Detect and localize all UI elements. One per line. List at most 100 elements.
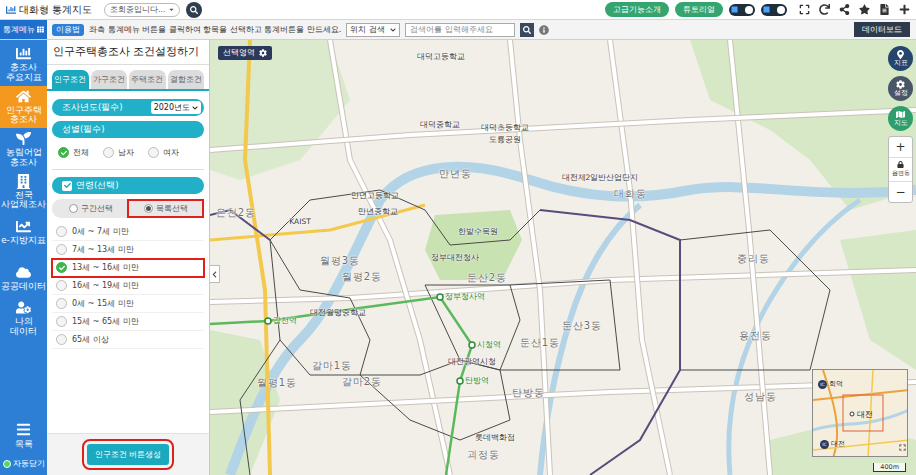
square-icon [763, 6, 770, 13]
zoom-out-button[interactable]: − [895, 182, 905, 202]
create-button[interactable]: 인구조건 버튼생성 [87, 444, 170, 465]
check-icon [64, 182, 71, 189]
condition-tab[interactable]: 가구조건 [91, 70, 128, 89]
select-area-button[interactable]: 선택영역 [218, 46, 272, 60]
top-bar: 대화형 통계지도 조회중입니다... 고급기능소개 튜토리얼 [0, 0, 916, 20]
age-option[interactable]: 65세 이상 [52, 331, 204, 349]
auto-close-toggle[interactable]: 자동닫기 [0, 455, 47, 475]
age-field[interactable]: 연령(선택) [52, 177, 204, 194]
age-mode-option[interactable]: 구간선택 [53, 200, 128, 217]
map-label: 대전월평중학교 [310, 309, 366, 317]
minimap[interactable]: 대전IC회덕IC대전 [812, 369, 908, 457]
map-label: 둔산2동 [467, 272, 507, 283]
resize-icon [899, 444, 906, 451]
age-checkbox[interactable] [62, 181, 72, 191]
map-label: 정부대전청사 [431, 254, 479, 262]
sidebar-item[interactable]: 인구주택 총조사 [0, 86, 47, 129]
map-tools: 지표설정지도 +읍면동− [888, 46, 913, 203]
sidebar-item[interactable]: 공공데이터 [0, 259, 47, 297]
status-select[interactable]: 조회중입니다... [104, 3, 180, 17]
map-label: 월평2동 [342, 271, 382, 282]
condition-tab[interactable]: 주택조건 [129, 70, 166, 89]
minimap-city: 대전 [850, 409, 873, 420]
map-label: 한밭수목원 [458, 228, 498, 236]
search-submit-button[interactable] [520, 23, 534, 37]
map-tool-button[interactable]: 지표 [888, 46, 913, 71]
map-label: 대덕고등학교 [417, 53, 465, 61]
sex-radio[interactable]: 여자 [148, 147, 179, 158]
zoom-in-button[interactable]: + [895, 137, 905, 157]
age-option[interactable]: 7세 ~ 13세 미만 [52, 241, 204, 259]
list-button[interactable]: 목록 [0, 418, 47, 455]
view-toggle[interactable] [729, 4, 755, 16]
sidebar-item[interactable]: 나의 데이터 [0, 297, 47, 340]
age-list: 0세 ~ 7세 미만7세 ~ 13세 미만13세 ~ 16세 미만16세 ~ 1… [52, 223, 204, 349]
map-label: KAIST [289, 218, 310, 226]
map-label: 대덕초등학교 [481, 124, 529, 132]
sex-radio[interactable]: 전체 [58, 147, 89, 158]
map-label: 탄방동 [512, 387, 545, 398]
sidebar-item[interactable]: 농림어업 총조사 [0, 128, 47, 171]
building-icon [16, 174, 31, 189]
sex-field: 성별(필수) [52, 121, 204, 138]
age-option[interactable]: 0세 ~ 7세 미만 [52, 223, 204, 241]
map-label: 월평3동 [320, 255, 360, 266]
sidebar-item[interactable]: 전국 사업체조사 [0, 171, 47, 214]
age-mode-option[interactable]: 목록선택 [128, 200, 203, 217]
chevron-down-icon [192, 105, 198, 111]
map-label: 시청역 [477, 341, 501, 349]
age-option[interactable]: 0세 ~ 15세 미만 [52, 295, 204, 313]
help-badge[interactable]: 이용법 [52, 24, 84, 36]
chevron-left-icon [211, 271, 218, 278]
gear-icon [259, 49, 267, 57]
sidebar-item[interactable]: 총조사 주요지표 [0, 43, 47, 86]
condition-tab[interactable]: 결합조건 [168, 70, 205, 89]
condition-tab[interactable]: 인구조건 [52, 70, 89, 89]
panel-footer: 인구조건 버튼생성 [47, 433, 209, 475]
map[interactable]: 대덕고등학교대덕중학교대덕초등학교도룡공원만년동만년고등학교만년중학교한밭수목원… [210, 40, 916, 475]
map-label: 탄방역 [465, 377, 489, 385]
plus-icon[interactable] [899, 4, 910, 15]
panel-collapse-handle[interactable] [210, 265, 220, 283]
minimap-resize[interactable] [899, 436, 906, 455]
map-drawing[interactable] [210, 40, 916, 475]
grid-icon [37, 26, 44, 33]
search-type-select[interactable]: 위치 검색 [346, 23, 400, 37]
map-label: 대화동 [614, 188, 647, 199]
view-toggle[interactable] [761, 4, 787, 16]
map-label: 대전광역시청 [448, 358, 496, 366]
fullscreen-icon[interactable] [799, 4, 810, 15]
age-option[interactable]: 15세 ~ 65세 미만 [52, 313, 204, 331]
map-tool-button[interactable]: 지도 [888, 106, 913, 131]
map-tool-button[interactable]: 설정 [888, 76, 913, 101]
share-icon[interactable] [839, 4, 850, 15]
refresh-icon[interactable] [819, 4, 830, 15]
map-label: 정부청사역 [445, 293, 485, 301]
age-option[interactable]: 16세 ~ 19세 미만 [52, 277, 204, 295]
trend-icon [16, 219, 31, 234]
gear-icon [896, 80, 905, 89]
star-icon[interactable] [859, 4, 870, 15]
stats-menu-button[interactable]: 통계메뉴 [0, 20, 47, 39]
search-input[interactable] [405, 23, 515, 37]
databoard-button[interactable]: 데이터보드 [854, 22, 910, 37]
info-icon[interactable] [539, 25, 549, 35]
age-option[interactable]: 13세 ~ 16세 미만 [52, 259, 204, 277]
sidebar-item[interactable]: e-지방지표 [0, 213, 47, 251]
seedling-icon [16, 131, 31, 146]
header-button[interactable]: 튜토리얼 [675, 2, 723, 17]
menu-icon [16, 422, 31, 437]
map-label: 용전동 [739, 330, 772, 341]
search-button[interactable] [186, 2, 202, 18]
map-label: 도룡공원 [489, 136, 521, 144]
sex-radio[interactable]: 남자 [103, 147, 134, 158]
zoom-level[interactable]: 읍면동 [889, 157, 912, 182]
header-button[interactable]: 고급기능소개 [605, 2, 669, 17]
cloud-icon [16, 265, 31, 280]
document-icon[interactable] [879, 4, 890, 15]
logo[interactable]: 대화형 통계지도 [6, 3, 92, 17]
year-select[interactable]: 2020년도 [151, 101, 201, 114]
condition-section: 조사년도(필수)2020년도성별(필수)전체남자여자연령(선택)구간선택목록선택… [47, 91, 209, 353]
zoom-control: +읍면동− [888, 136, 913, 203]
condition-tabs: 인구조건가구조건주택조건결합조건 [47, 65, 209, 91]
